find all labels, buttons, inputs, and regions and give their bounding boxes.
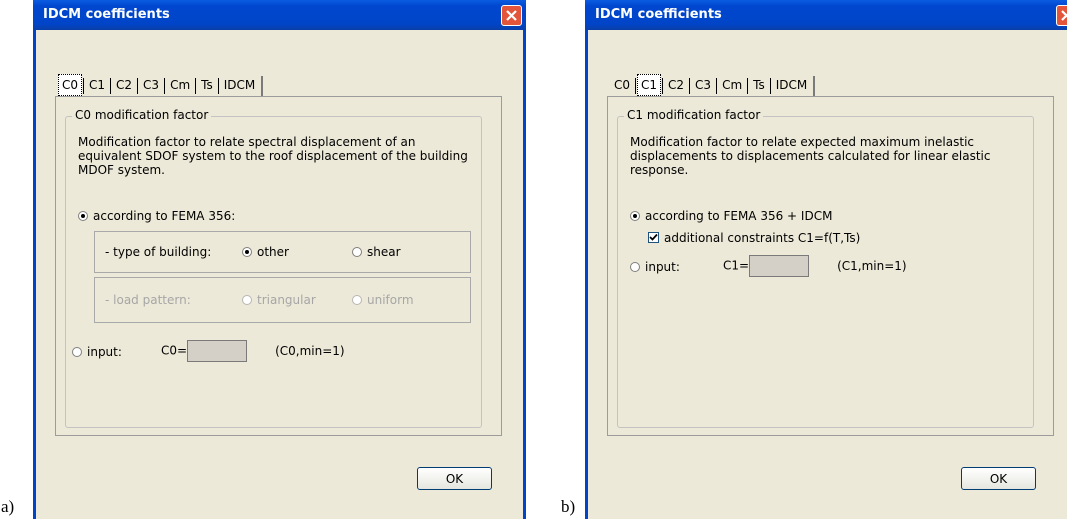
close-button[interactable] [501,5,522,26]
tab-c2[interactable]: C2 [664,75,688,95]
close-button[interactable] [1056,5,1067,26]
load-triangular-radio[interactable]: triangular [242,293,316,307]
tab-idcm[interactable]: IDCM [220,75,260,95]
radio-selected-icon [78,211,88,221]
group-box: C1 modification factor Modification fact… [617,108,1034,428]
group-box: C0 modification factor Modification fact… [65,108,482,428]
tab-c3[interactable]: C3 [139,75,163,95]
description: Modification factor to relate spectral d… [78,135,468,177]
tab-strip: C0 C1 C2 C3 Cm Ts IDCM [58,74,264,96]
window-title: IDCM coefficients [595,7,722,22]
input-row: C0= (C0,min=1) [161,340,345,362]
caption-a: a) [1,497,15,516]
tab-panel: C0 modification factor Modification fact… [55,96,502,436]
close-icon [506,10,517,21]
radio-selected-icon [630,211,640,221]
option-fema-radio[interactable]: according to FEMA 356 + IDCM [630,209,832,223]
tab-panel: C1 modification factor Modification fact… [607,96,1054,436]
constraint-checkbox[interactable]: additional constraints C1=f(T,Ts) [648,231,860,245]
dialog-a: IDCM coefficients C0 C1 C2 C3 Cm Ts IDCM C0 mo… [33,0,526,519]
tab-strip: C0 C1 C2 C3 Cm Ts IDCM [610,74,816,96]
title-bar[interactable]: IDCM coefficients [585,0,1067,30]
tab-c1[interactable]: C1 [85,75,109,95]
tab-c1[interactable]: C1 [637,74,662,96]
building-type-box: - type of building: other shear [94,231,471,273]
radio-unselected-icon [352,247,362,257]
tab-c3[interactable]: C3 [691,75,715,95]
group-label: C1 modification factor [624,108,764,122]
ok-button[interactable]: OK [417,467,492,490]
window-title: IDCM coefficients [43,7,170,22]
ok-button[interactable]: OK [961,467,1036,490]
option-fema-label: according to FEMA 356: [93,209,236,223]
radio-unselected-icon [352,295,362,305]
checkbox-checked-icon [648,232,659,243]
description: Modification factor to relate expected m… [630,135,991,177]
input-label: C1= [723,258,750,273]
tab-idcm[interactable]: IDCM [772,75,812,95]
dialog-b: IDCM coefficients C0 C1 C2 C3 Cm Ts IDCM C1 mo… [585,0,1067,519]
load-pattern-box: - load pattern: triangular uniform [94,277,471,323]
tab-ts[interactable]: Ts [749,75,769,95]
tab-ts[interactable]: Ts [197,75,217,95]
load-pattern-label: - load pattern: [105,293,191,307]
tab-c2[interactable]: C2 [112,75,136,95]
radio-unselected-icon [242,295,252,305]
close-icon [1061,10,1067,21]
input-note: (C1,min=1) [837,258,907,273]
radio-unselected-icon [630,262,640,272]
c0-input[interactable] [187,340,248,362]
option-fema-radio[interactable]: according to FEMA 356: [78,209,235,223]
building-other-radio[interactable]: other [242,245,289,259]
radio-selected-icon [242,247,252,257]
option-input-radio[interactable]: input: [72,345,122,359]
input-note: (C0,min=1) [275,343,345,358]
input-row: C1= (C1,min=1) [723,255,907,277]
tab-cm[interactable]: Cm [718,75,746,95]
tab-c0[interactable]: C0 [610,75,634,95]
group-label: C0 modification factor [72,108,212,122]
caption-b: b) [561,497,576,516]
tab-cm[interactable]: Cm [166,75,194,95]
title-bar[interactable]: IDCM coefficients [33,0,526,30]
load-uniform-radio[interactable]: uniform [352,293,414,307]
tab-c0[interactable]: C0 [58,74,83,96]
c1-input[interactable] [749,255,810,277]
building-shear-radio[interactable]: shear [352,245,401,259]
building-type-label: - type of building: [105,245,212,259]
radio-unselected-icon [72,347,82,357]
option-input-radio[interactable]: input: [630,260,680,274]
input-label: C0= [161,343,188,358]
